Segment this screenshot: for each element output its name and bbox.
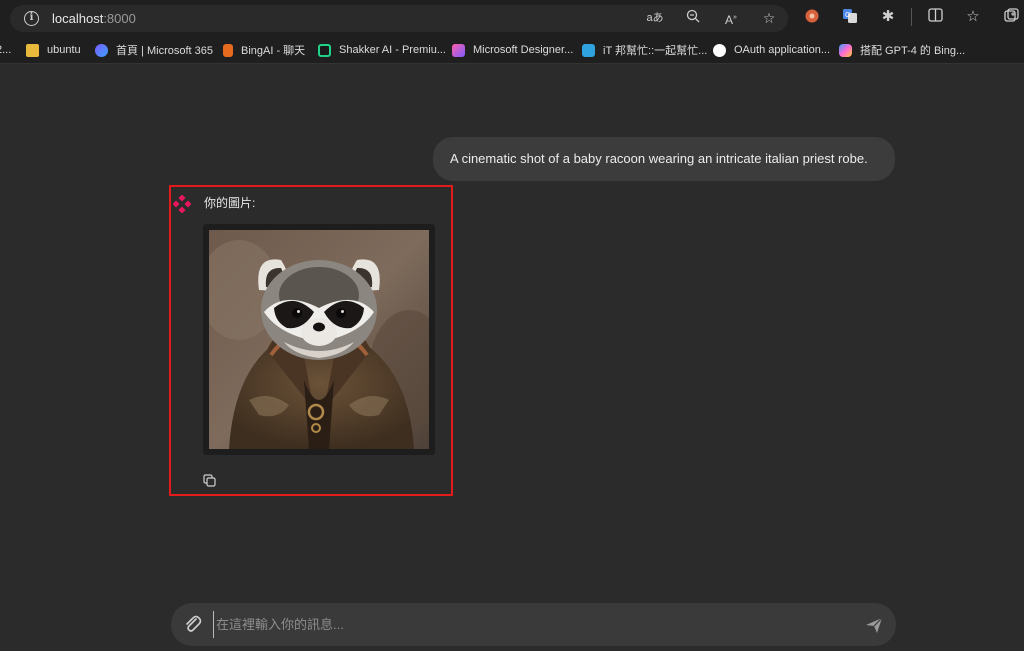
- bookmark-item[interactable]: 2...: [0, 42, 11, 58]
- split-screen-icon[interactable]: [926, 8, 944, 29]
- shakker-icon: [318, 43, 331, 57]
- immersive-reader-icon[interactable]: A»: [722, 9, 740, 29]
- bookmark-item[interactable]: OAuth application...: [713, 42, 830, 58]
- favorites-icon[interactable]: ☆: [964, 8, 982, 29]
- send-icon[interactable]: [864, 615, 884, 635]
- bookmark-item[interactable]: Microsoft Designer...: [452, 42, 573, 58]
- chat-input-bar: [171, 603, 896, 646]
- folder-icon: [26, 43, 39, 57]
- svg-text:G: G: [845, 12, 850, 19]
- favorite-star-icon[interactable]: ☆: [760, 9, 778, 29]
- bookmark-item[interactable]: iT 邦幫忙::一起幫忙...: [582, 42, 707, 58]
- translate-icon[interactable]: G: [841, 8, 859, 29]
- bot-avatar-icon: [173, 195, 191, 213]
- bing-icon: [223, 43, 233, 57]
- copilot-icon: [839, 43, 852, 57]
- address-bar[interactable]: i localhost:8000 aあ A» ☆: [10, 5, 788, 32]
- toolbar-divider: [911, 8, 912, 26]
- collections-icon[interactable]: [1002, 8, 1020, 29]
- site-info-icon[interactable]: i: [24, 11, 39, 26]
- user-message-bubble: A cinematic shot of a baby racoon wearin…: [433, 137, 895, 181]
- microsoft365-icon: [95, 43, 108, 57]
- zoom-out-icon[interactable]: [684, 9, 702, 29]
- bot-message-label: 你的圖片:: [204, 196, 256, 210]
- read-aloud-icon[interactable]: aあ: [646, 9, 664, 29]
- bookmark-item[interactable]: 搭配 GPT-4 的 Bing...: [839, 42, 965, 58]
- puzzle-icon[interactable]: ✱: [879, 8, 897, 29]
- designer-icon: [452, 43, 465, 57]
- bookmark-item[interactable]: Shakker AI - Premiu...: [318, 42, 446, 58]
- ithome-icon: [582, 43, 595, 57]
- bookmark-item[interactable]: 首頁 | Microsoft 365: [95, 42, 213, 58]
- generated-image[interactable]: [203, 224, 435, 455]
- copy-icon[interactable]: [201, 472, 219, 490]
- bookmark-item[interactable]: BingAI - 聊天: [223, 42, 305, 58]
- message-input[interactable]: [213, 611, 813, 638]
- extension-icon[interactable]: [803, 8, 821, 29]
- browser-toolbar: i localhost:8000 aあ A» ☆ G ✱ ☆: [0, 0, 1024, 37]
- raccoon-image: [209, 230, 429, 449]
- bookmarks-bar: 2... ubuntu 首頁 | Microsoft 365 BingAI - …: [0, 37, 1024, 64]
- address-url[interactable]: localhost:8000: [52, 10, 136, 27]
- attachment-icon[interactable]: [181, 613, 203, 635]
- github-icon: [713, 43, 726, 57]
- bookmark-item[interactable]: ubuntu: [26, 42, 81, 58]
